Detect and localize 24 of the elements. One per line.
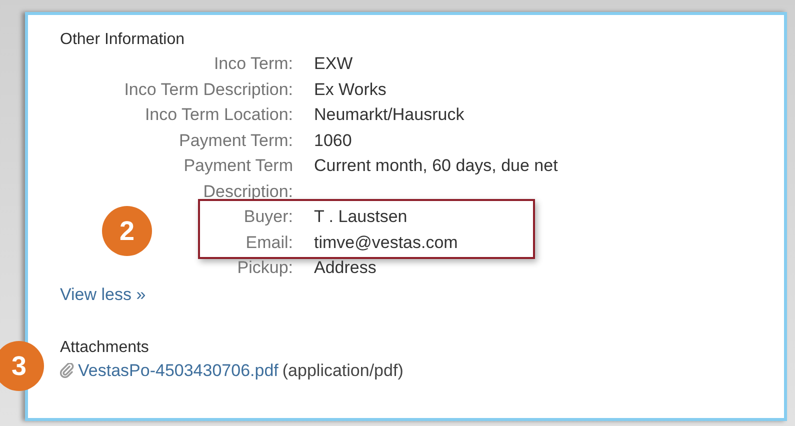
attachment-link[interactable]: VestasPo-4503430706.pdf (78, 358, 278, 382)
field-label: Inco Term Description: (124, 80, 293, 98)
section-title: Other Information (60, 30, 186, 50)
field-label: Email: (246, 232, 293, 252)
paperclip-icon (60, 363, 74, 378)
field-value: EXW (314, 53, 353, 75)
callout-badge: 2 (102, 206, 152, 256)
field-label: Pickup: (237, 258, 293, 277)
field-value: Neumarkt/Hausruck (314, 104, 464, 126)
attachments-title: Attachments (60, 338, 150, 358)
field-value: Address (314, 257, 376, 279)
field-value: T . Laustsen (314, 206, 408, 228)
field-label: Buyer: (244, 207, 293, 226)
field-value: 1060 (314, 130, 352, 152)
attachment-type: (application/pdf) (282, 360, 404, 382)
field-value: Ex Works (314, 78, 386, 100)
field-value: timve@vestas.com (314, 232, 458, 254)
field-label: Inco Term Location: (144, 105, 293, 124)
callout-badge: 3 (0, 341, 44, 391)
view-less-link[interactable]: View less » (60, 282, 146, 306)
field-label: Payment Term: (178, 130, 293, 150)
field-value: Current month, 60 days, due net (314, 155, 558, 177)
field-label: Payment Term Description: (184, 156, 293, 200)
field-label: Inco Term: (214, 54, 293, 73)
